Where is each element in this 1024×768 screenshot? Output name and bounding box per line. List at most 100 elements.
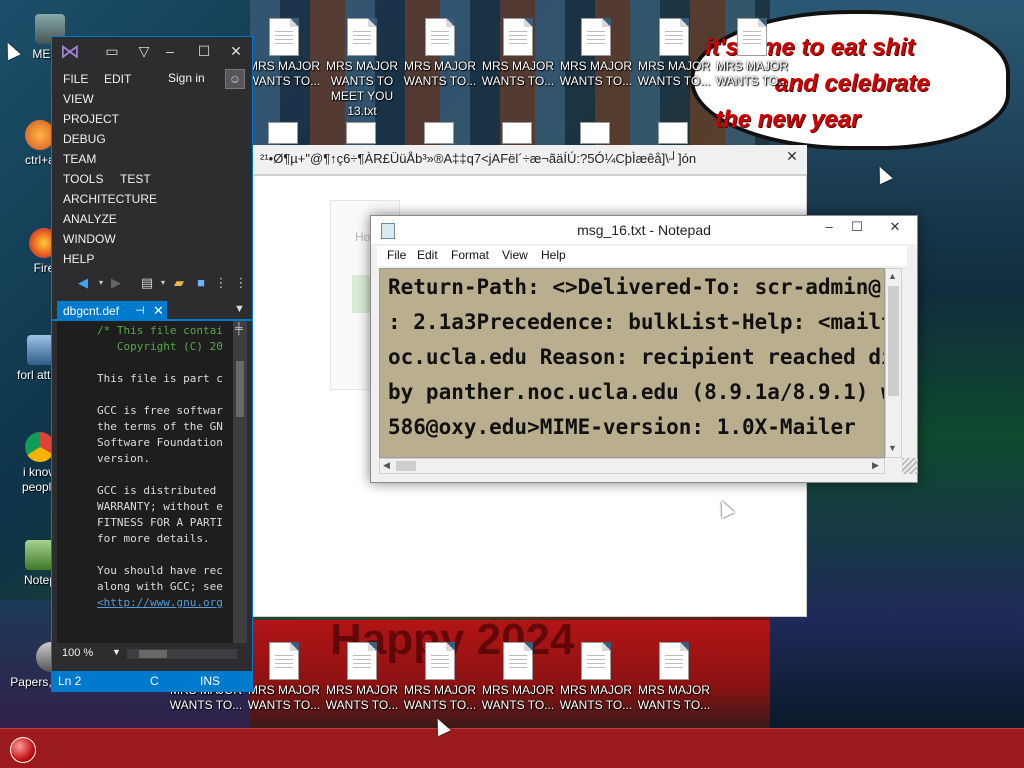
notepad-menubar: File Edit Format View Help <box>377 246 907 266</box>
code-line: <http://www.gnu.org <box>97 596 223 609</box>
feedback-icon[interactable]: ▭ <box>102 41 122 61</box>
notepad-window: msg_16.txt - Notepad – ☐ ✕ File Edit For… <box>370 215 918 483</box>
menu-debug[interactable]: DEBUG <box>63 129 106 149</box>
scrollbar-thumb[interactable] <box>236 361 244 417</box>
close-icon[interactable]: ✕ <box>226 41 246 61</box>
notepad-titlebar[interactable]: msg_16.txt - Notepad – ☐ ✕ <box>371 216 917 244</box>
text-file-icon <box>581 642 611 680</box>
desktop-icon-txt[interactable]: MRS MAJOR WANTS TO... <box>324 642 400 713</box>
desktop-icon-txt[interactable]: MRS MAJOR WANTS TO... <box>636 642 712 713</box>
menu-window[interactable]: WINDOW <box>63 229 116 249</box>
sign-in-link[interactable]: Sign in <box>168 71 205 85</box>
editor-vertical-scrollbar[interactable]: ╪ <box>233 321 247 643</box>
zoom-dropdown-icon[interactable]: ▼ <box>112 647 121 657</box>
code-line: GCC is distributed <box>97 484 217 497</box>
desktop-icon-txt[interactable]: MRS MAJOR WANTS TO... <box>480 18 556 89</box>
taskbar <box>0 728 1024 768</box>
scrollbar-thumb[interactable] <box>888 286 899 396</box>
menu-test[interactable]: TEST <box>120 169 151 189</box>
code-line: FITNESS FOR A PARTI <box>97 516 223 529</box>
back-icon[interactable]: ◀ <box>74 274 92 292</box>
vs-document-tabs: dbgcnt.def ⊣ ✕ ▼ <box>52 301 252 321</box>
split-icon[interactable]: ╪ <box>235 323 243 335</box>
status-column: C <box>150 674 159 688</box>
text-file-icon <box>581 18 611 56</box>
code-line: WARRANTY; without e <box>97 500 223 513</box>
menu-view[interactable]: VIEW <box>63 89 94 109</box>
minimize-icon[interactable]: – <box>815 216 843 238</box>
scrollbar-thumb[interactable] <box>139 650 167 658</box>
save-all-icon[interactable]: ⋮ <box>212 274 230 292</box>
toolbar-overflow-icon[interactable]: ⋮ <box>232 274 250 292</box>
close-tab-icon[interactable]: ✕ <box>153 301 164 321</box>
text-file-icon <box>269 642 299 680</box>
scroll-up-icon[interactable]: ▲ <box>888 271 897 281</box>
code-line: GCC is free softwar <box>97 404 223 417</box>
vs-status-bar: Ln 2 C INS <box>52 671 252 691</box>
text-file-icon <box>659 18 689 56</box>
open-folder-icon[interactable]: ▰ <box>170 274 188 292</box>
scroll-right-icon[interactable]: ▶ <box>872 460 879 471</box>
menu-edit[interactable]: Edit <box>417 248 438 262</box>
text-file-icon <box>347 642 377 680</box>
desktop-icon-txt[interactable]: MRS MAJOR WANTS TO... <box>480 642 556 713</box>
scroll-down-icon[interactable]: ▼ <box>888 443 897 453</box>
zoom-level[interactable]: 100 % <box>62 647 93 659</box>
close-icon[interactable]: ✕ <box>875 216 915 238</box>
minimize-icon[interactable]: – <box>160 41 180 61</box>
start-button-icon[interactable] <box>10 737 36 763</box>
filter-icon[interactable]: ▽ <box>134 41 154 61</box>
scroll-left-icon[interactable]: ◀ <box>383 460 390 471</box>
tab-dbgcnt-def[interactable]: dbgcnt.def ⊣ ✕ <box>57 301 167 321</box>
account-avatar-icon[interactable]: ☺ <box>225 69 245 89</box>
desktop-icon-txt[interactable]: MRS MAJOR WANTS TO... <box>558 642 634 713</box>
resize-grip-icon[interactable] <box>902 458 918 474</box>
notepad-vertical-scrollbar[interactable]: ▲ ▼ <box>885 268 902 458</box>
text-line: oc.ucla.edu Reason: recipient reached di… <box>388 345 885 369</box>
editor-horizontal-scrollbar[interactable] <box>127 649 237 659</box>
desktop-icon-txt[interactable]: MRS MAJOR WANTS TO... <box>402 642 478 713</box>
menu-architecture[interactable]: ARCHITECTURE <box>63 189 157 209</box>
glitched-window-title[interactable]: ²¹•Ø¶µ+"@¶↑ç6÷¶ÀR£ÜüÅb³»®A‡‡q7<jAFël´÷æ¬… <box>252 145 807 175</box>
menu-view[interactable]: View <box>502 248 528 262</box>
close-icon[interactable]: ✕ <box>778 146 806 166</box>
menu-file[interactable]: File <box>387 248 406 262</box>
forward-icon[interactable]: ▶ <box>107 274 125 292</box>
visual-studio-logo-icon: ⋈ <box>60 41 80 63</box>
maximize-icon[interactable]: ☐ <box>843 216 871 238</box>
editor-gutter <box>57 321 97 643</box>
tab-dropdown-icon[interactable]: ▼ <box>234 303 245 315</box>
notepad-horizontal-scrollbar[interactable]: ◀ ▶ <box>379 458 885 474</box>
code-editor[interactable]: /* This file contai Copyright (C) 20 This… <box>57 321 247 643</box>
speech-line: the new year <box>715 106 861 133</box>
desktop-icon-txt[interactable]: MRS MAJOR WANTS TO MEET YOU 13.txt <box>324 18 400 119</box>
desktop-icon-txt[interactable]: MRS MAJOR WANTS TO... <box>636 18 712 89</box>
notepad-text-area[interactable]: Return-Path: <>Delivered-To: scr-admin@ … <box>379 268 885 458</box>
text-file-icon <box>346 122 376 144</box>
menu-format[interactable]: Format <box>451 248 489 262</box>
desktop-icon-txt[interactable]: MRS MAJOR WANTS TO... <box>246 642 322 713</box>
menu-tools[interactable]: TOOLS <box>63 169 103 189</box>
menu-help[interactable]: HELP <box>63 249 94 269</box>
vs-titlebar[interactable]: ⋈ ▭ ▽ – ☐ ✕ <box>52 37 252 65</box>
desktop-icon-txt[interactable]: MRS MAJOR WANTS TO... <box>558 18 634 89</box>
menu-project[interactable]: PROJECT <box>63 109 119 129</box>
scrollbar-thumb[interactable] <box>396 461 416 471</box>
code-line: You should have rec <box>97 564 223 577</box>
code-text[interactable]: /* This file contai Copyright (C) 20 This… <box>97 323 229 641</box>
menu-file[interactable]: FILE <box>63 69 88 89</box>
desktop-icon-txt[interactable]: MRS MAJOR WANTS TO... <box>402 18 478 89</box>
text-line: by panther.noc.ucla.edu (8.9.1a/8.9.1) w… <box>388 380 885 404</box>
menu-analyze[interactable]: ANALYZE <box>63 209 117 229</box>
menu-help[interactable]: Help <box>541 248 566 262</box>
text-line: 586@oxy.edu>MIME-version: 1.0X-Mailer <box>388 415 856 439</box>
desktop-icon-txt[interactable]: MRS MAJOR WANTS TO... <box>714 18 790 89</box>
save-icon[interactable]: ■ <box>192 274 210 292</box>
desktop-icon-txt[interactable]: MRS MAJOR WANTS TO... <box>246 18 322 89</box>
pin-icon[interactable]: ⊣ <box>135 301 145 321</box>
menu-team[interactable]: TEAM <box>63 149 96 169</box>
menu-edit[interactable]: EDIT <box>104 69 131 89</box>
maximize-icon[interactable]: ☐ <box>194 41 214 61</box>
